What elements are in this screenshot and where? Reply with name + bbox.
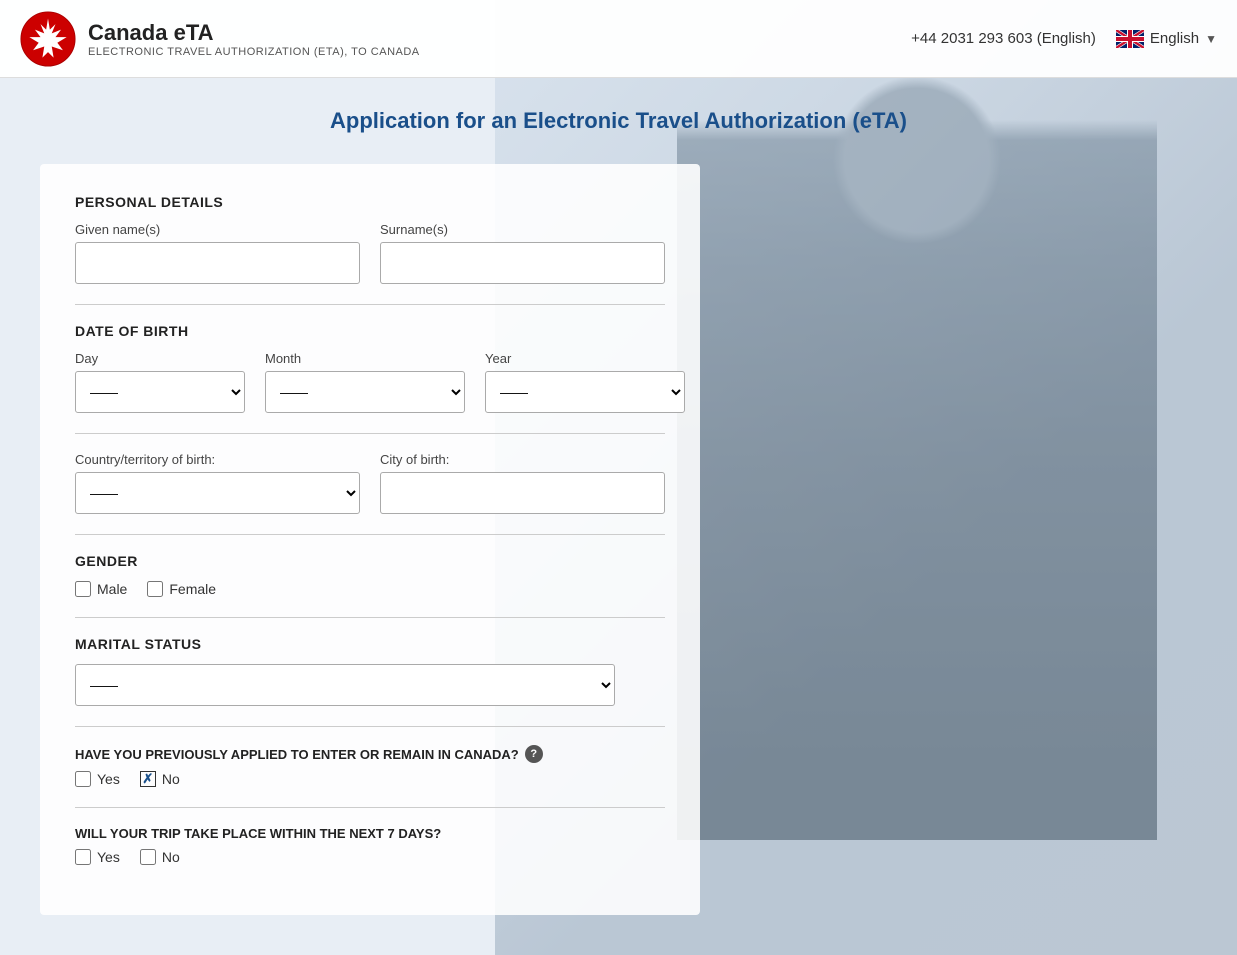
prev-applied-no-text: No	[162, 771, 180, 787]
marital-section: MARITAL STATUS —— Single Married Common-…	[75, 636, 665, 706]
female-checkbox[interactable]	[147, 581, 163, 597]
divider-4	[75, 617, 665, 618]
country-birth-label: Country/territory of birth:	[75, 452, 360, 467]
month-select[interactable]: —— JanuaryFebruaryMarchApril MayJuneJuly…	[265, 371, 465, 413]
given-name-field: Given name(s)	[75, 222, 360, 284]
day-label: Day	[75, 351, 245, 366]
phone-number: +44 2031 293 603 (English)	[911, 30, 1096, 47]
brand-subtitle: ELECTRONIC TRAVEL AUTHORIZATION (ETA), T…	[88, 46, 420, 58]
brand-name: Canada eTA	[88, 20, 420, 46]
gender-section: GENDER Male Female	[75, 553, 665, 597]
city-birth-label: City of birth:	[380, 452, 665, 467]
day-select[interactable]: —— 12345 678910 1112131415 1617181920 21…	[75, 371, 245, 413]
surname-input[interactable]	[380, 242, 665, 284]
header-right: +44 2031 293 603 (English) English ▼	[911, 30, 1217, 48]
divider-6	[75, 807, 665, 808]
maple-leaf-logo	[20, 11, 76, 67]
divider-3	[75, 534, 665, 535]
prev-applied-no-label[interactable]: ✗ No	[140, 771, 180, 787]
trip-yes-checkbox[interactable]	[75, 849, 91, 865]
year-label: Year	[485, 351, 685, 366]
given-name-label: Given name(s)	[75, 222, 360, 237]
name-row: Given name(s) Surname(s)	[75, 222, 665, 284]
divider-5	[75, 726, 665, 727]
day-field: Day —— 12345 678910 1112131415 161718192…	[75, 351, 245, 413]
male-label-text: Male	[97, 581, 127, 597]
dob-section-label: DATE OF BIRTH	[75, 323, 665, 339]
prev-applied-yes-label[interactable]: Yes	[75, 771, 120, 787]
logo-text: Canada eTA ELECTRONIC TRAVEL AUTHORIZATI…	[88, 20, 420, 58]
male-checkbox[interactable]	[75, 581, 91, 597]
female-checkbox-label[interactable]: Female	[147, 581, 216, 597]
site-header: Canada eTA ELECTRONIC TRAVEL AUTHORIZATI…	[0, 0, 1237, 78]
uk-flag-icon	[1116, 30, 1144, 48]
trip-no-text: No	[162, 849, 180, 865]
prev-applied-yes-text: Yes	[97, 771, 120, 787]
month-label: Month	[265, 351, 465, 366]
prev-applied-label: HAVE YOU PREVIOUSLY APPLIED TO ENTER OR …	[75, 745, 665, 763]
gender-checkbox-group: Male Female	[75, 581, 665, 597]
language-label: English	[1150, 30, 1199, 47]
surname-field: Surname(s)	[380, 222, 665, 284]
dob-section: DATE OF BIRTH Day —— 12345 678910 111213…	[75, 323, 665, 413]
form-container: PERSONAL DETAILS Given name(s) Surname(s…	[40, 164, 700, 915]
trip-no-label[interactable]: No	[140, 849, 180, 865]
prev-applied-yes-checkbox[interactable]	[75, 771, 91, 787]
prev-applied-radio-group: Yes ✗ No	[75, 771, 665, 787]
given-name-input[interactable]	[75, 242, 360, 284]
month-field: Month —— JanuaryFebruaryMarchApril MayJu…	[265, 351, 465, 413]
prev-applied-help-icon[interactable]: ?	[525, 745, 543, 763]
language-selector[interactable]: English ▼	[1116, 30, 1217, 48]
chevron-down-icon: ▼	[1205, 32, 1217, 46]
trip-7days-radio-group: Yes No	[75, 849, 665, 865]
divider-1	[75, 304, 665, 305]
surname-label: Surname(s)	[380, 222, 665, 237]
gender-section-label: GENDER	[75, 553, 665, 569]
female-label-text: Female	[169, 581, 216, 597]
divider-2	[75, 433, 665, 434]
prev-applied-no-checkbox-checked[interactable]: ✗	[140, 771, 156, 787]
trip-7days-section: WILL YOUR TRIP TAKE PLACE WITHIN THE NEX…	[75, 826, 665, 865]
page-title: Application for an Electronic Travel Aut…	[40, 98, 1197, 134]
logo-area: Canada eTA ELECTRONIC TRAVEL AUTHORIZATI…	[20, 11, 420, 67]
main-content: Application for an Electronic Travel Aut…	[0, 78, 1237, 955]
trip-7days-label: WILL YOUR TRIP TAKE PLACE WITHIN THE NEX…	[75, 826, 665, 841]
trip-yes-text: Yes	[97, 849, 120, 865]
personal-details-section-label: PERSONAL DETAILS	[75, 194, 665, 210]
trip-yes-label[interactable]: Yes	[75, 849, 120, 865]
male-checkbox-label[interactable]: Male	[75, 581, 127, 597]
marital-status-select[interactable]: —— Single Married Common-law Widowed Div…	[75, 664, 615, 706]
year-field: Year —— 20242023202220212020201920182017…	[485, 351, 685, 413]
dob-row: Day —— 12345 678910 1112131415 161718192…	[75, 351, 665, 413]
trip-no-checkbox[interactable]	[140, 849, 156, 865]
country-city-row: Country/territory of birth: —— Afghanist…	[75, 452, 665, 514]
city-birth-input[interactable]	[380, 472, 665, 514]
country-birth-field: Country/territory of birth: —— Afghanist…	[75, 452, 360, 514]
marital-section-label: MARITAL STATUS	[75, 636, 665, 652]
year-select[interactable]: —— 2024202320222021202020192018201720162…	[485, 371, 685, 413]
city-birth-field: City of birth:	[380, 452, 665, 514]
country-birth-select[interactable]: —— Afghanistan Albania Canada France Ger…	[75, 472, 360, 514]
prev-applied-section: HAVE YOU PREVIOUSLY APPLIED TO ENTER OR …	[75, 745, 665, 787]
